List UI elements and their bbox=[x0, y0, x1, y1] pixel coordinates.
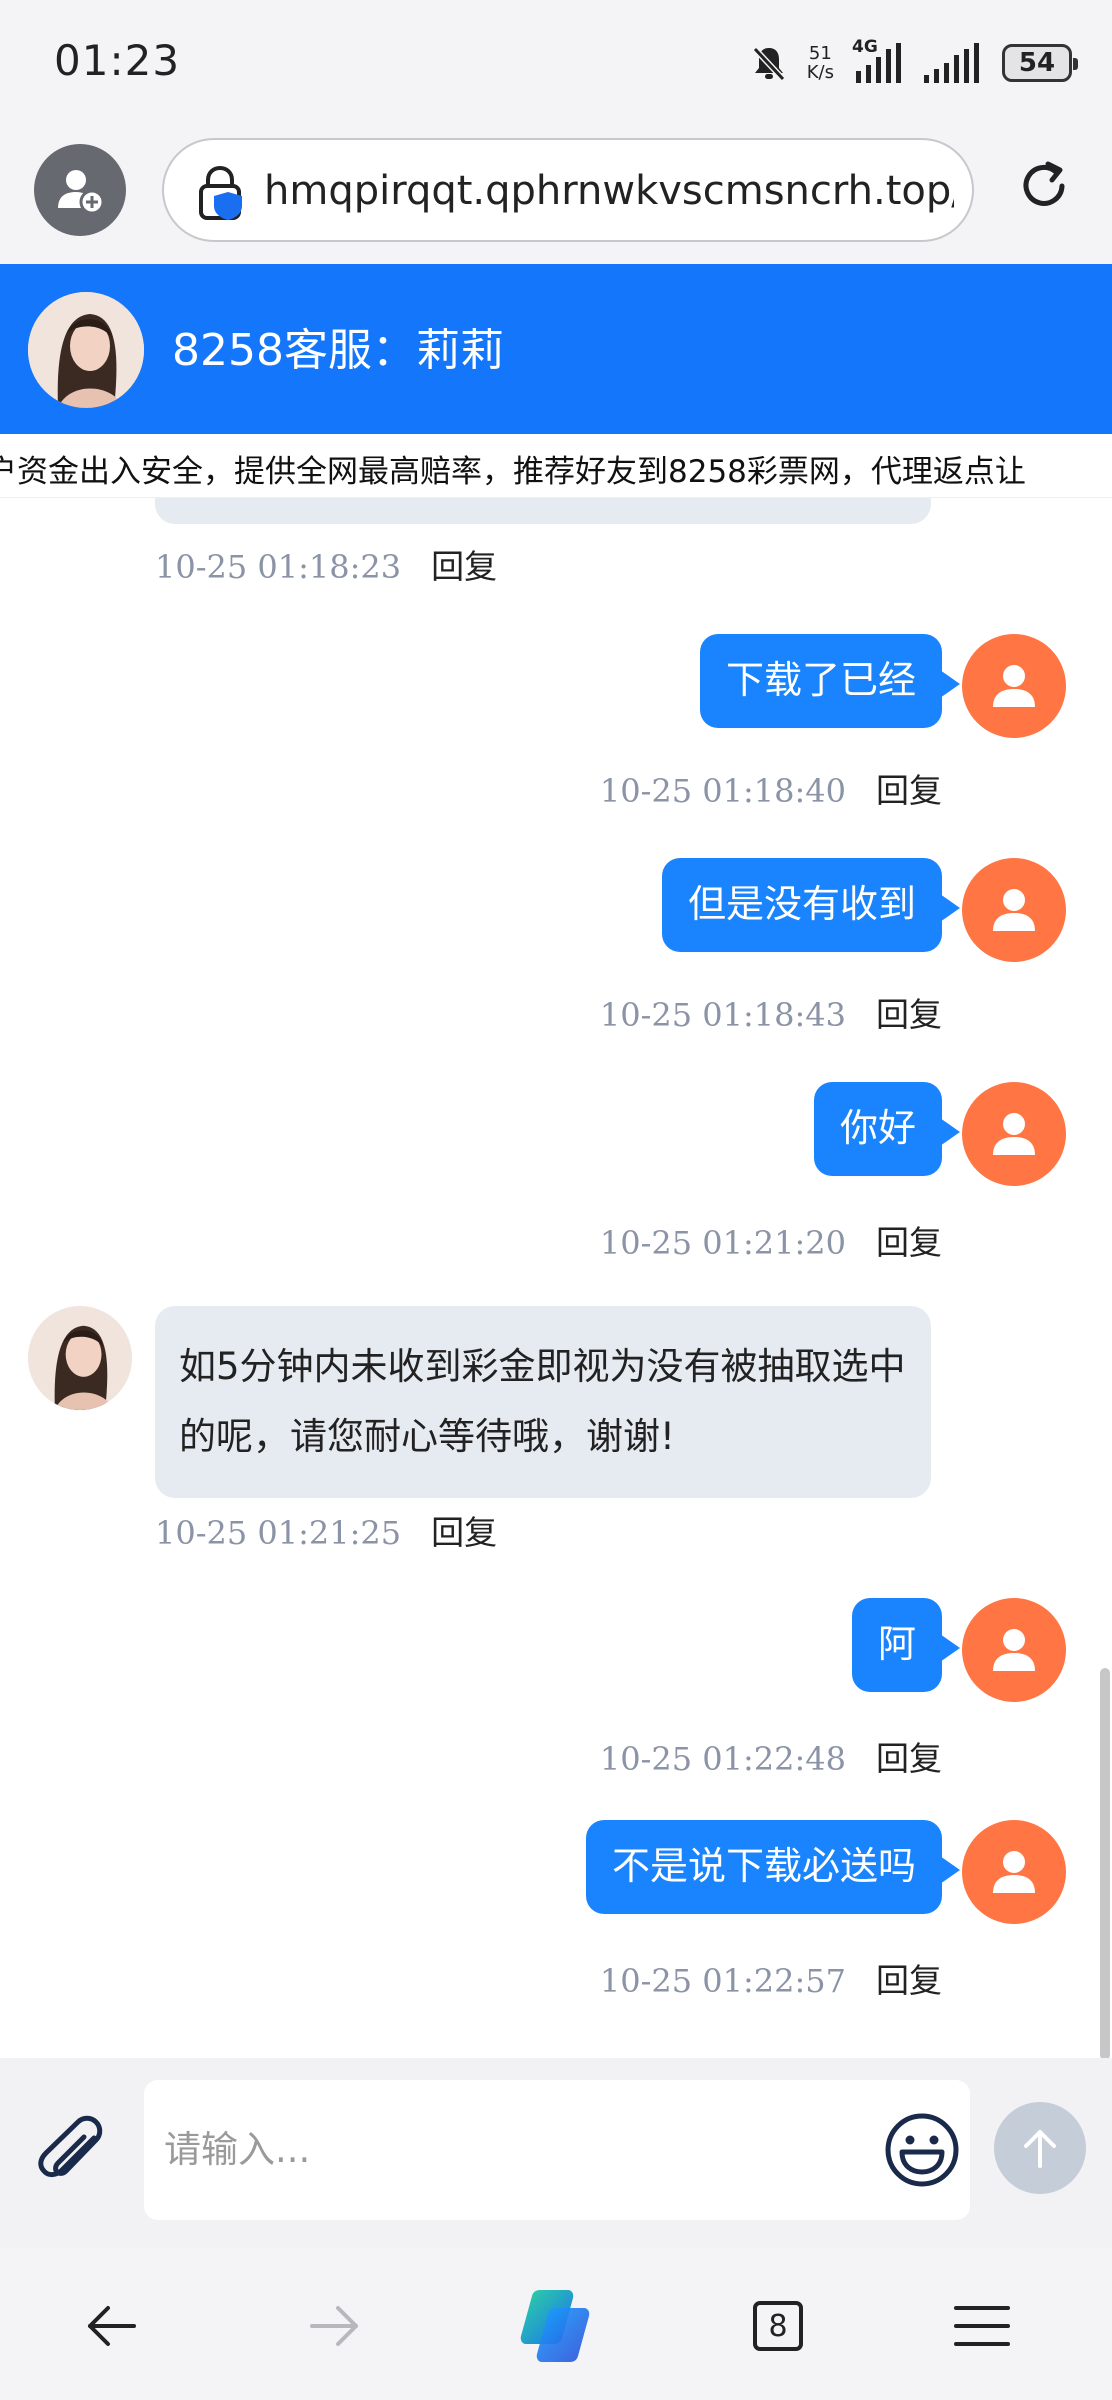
message-bubble-outgoing: 下载了已经 bbox=[699, 634, 961, 728]
user-icon bbox=[993, 1629, 1035, 1671]
add-profile-icon bbox=[58, 170, 105, 215]
message-time: 10-25 01:18:23 bbox=[155, 548, 402, 586]
status-bar: 01:23 51 K/s 4G 54 bbox=[0, 0, 1112, 130]
arrow-left-icon bbox=[88, 2306, 136, 2346]
reply-link[interactable]: 回复 bbox=[431, 547, 497, 586]
copilot-button[interactable] bbox=[510, 2280, 600, 2370]
user-icon bbox=[993, 1113, 1035, 1155]
reply-link[interactable]: 回复 bbox=[876, 771, 942, 810]
chat-title: 8258客服：莉莉 bbox=[172, 325, 504, 376]
browser-address-row: hmqpirqqt.qphrnwkvscmsncrh.top/ac bbox=[0, 130, 1112, 264]
browser-bottom-nav: 8 bbox=[0, 2248, 1112, 2400]
user-avatar bbox=[962, 1082, 1066, 1186]
secure-lock-icon bbox=[199, 166, 242, 220]
message-meta: 10-25 01:22:57 回复 bbox=[600, 1954, 942, 2002]
message-bubble-incoming bbox=[155, 498, 931, 524]
tab-count: 8 bbox=[753, 2301, 803, 2351]
reply-link[interactable]: 回复 bbox=[876, 995, 942, 1034]
network-speed-unit: K/s bbox=[806, 62, 834, 83]
announcement-marquee: 户资金出入安全，提供全网最高赔率，推荐好友到8258彩票网，代理返点让 bbox=[0, 434, 1112, 498]
reply-link[interactable]: 回复 bbox=[876, 1961, 942, 2000]
profile-button[interactable] bbox=[34, 144, 126, 236]
message-meta: 10-25 01:21:20 回复 bbox=[600, 1216, 942, 1264]
message-time: 10-25 01:22:48 bbox=[599, 1740, 846, 1778]
message-input-box[interactable] bbox=[144, 2080, 970, 2220]
battery-icon: 54 bbox=[1002, 44, 1078, 82]
message-time: 10-25 01:21:25 bbox=[155, 1514, 402, 1552]
arrow-up-icon bbox=[1024, 2130, 1056, 2168]
message-time: 10-25 01:21:20 bbox=[599, 1224, 846, 1262]
url-bar[interactable]: hmqpirqqt.qphrnwkvscmsncrh.top/ac bbox=[162, 138, 974, 242]
signal-strength-icon bbox=[924, 43, 979, 83]
user-icon bbox=[993, 1851, 1035, 1893]
message-bubble-outgoing: 你好 bbox=[813, 1082, 961, 1176]
status-icons: 51 K/s 4G 54 bbox=[749, 37, 1078, 88]
message-bubble-outgoing: 不是说下载必送吗 bbox=[585, 1820, 961, 1914]
scrollbar[interactable] bbox=[1100, 1668, 1110, 2058]
chat-header: 8258客服：莉莉 bbox=[0, 264, 1112, 434]
reply-link[interactable]: 回复 bbox=[876, 1223, 942, 1262]
message-time: 10-25 01:18:40 bbox=[599, 772, 846, 810]
message-bubble-outgoing: 阿 bbox=[851, 1598, 961, 1692]
hamburger-menu-icon bbox=[954, 2306, 1010, 2346]
user-avatar bbox=[962, 1820, 1066, 1924]
network-speed: 51 K/s bbox=[807, 44, 834, 82]
message-list[interactable]: 10-25 01:18:23 回复 下载了已经 10-25 01:18:40 回复 … bbox=[0, 498, 1112, 2058]
message-time: 10-25 01:22:57 bbox=[599, 1962, 846, 2000]
status-time: 01:23 bbox=[54, 36, 181, 85]
message-time: 10-25 01:18:43 bbox=[599, 996, 846, 1034]
copilot-logo-icon bbox=[520, 2290, 590, 2362]
menu-button[interactable] bbox=[942, 2286, 1022, 2366]
user-avatar bbox=[962, 634, 1066, 738]
forward-button[interactable] bbox=[294, 2286, 374, 2366]
message-meta: 10-25 01:18:43 回复 bbox=[600, 988, 942, 1036]
message-bubble-incoming: 如5分钟内未收到彩金即视为没有被抽取选中的呢，请您耐心等待哦，谢谢! bbox=[155, 1306, 931, 1498]
message-meta: 10-25 01:21:25 回复 bbox=[155, 1506, 497, 1554]
user-avatar bbox=[962, 858, 1066, 962]
back-button[interactable] bbox=[72, 2286, 152, 2366]
agent-avatar bbox=[28, 292, 144, 408]
network-speed-value: 51 bbox=[808, 43, 832, 64]
reply-link[interactable]: 回复 bbox=[431, 1513, 497, 1552]
tabs-button[interactable]: 8 bbox=[738, 2286, 818, 2366]
url-text: hmqpirqqt.qphrnwkvscmsncrh.top/ac bbox=[264, 168, 954, 214]
message-meta: 10-25 01:18:40 回复 bbox=[600, 764, 942, 812]
message-meta: 10-25 01:22:48 回复 bbox=[600, 1732, 942, 1780]
message-input-bar bbox=[0, 2058, 1112, 2248]
message-bubble-outgoing: 但是没有收到 bbox=[661, 858, 961, 952]
arrow-right-icon bbox=[310, 2306, 358, 2346]
send-button[interactable] bbox=[994, 2102, 1086, 2194]
message-meta: 10-25 01:18:23 回复 bbox=[155, 540, 497, 588]
smiley-icon[interactable] bbox=[882, 2110, 962, 2190]
user-icon bbox=[993, 665, 1035, 707]
agent-avatar bbox=[28, 1306, 132, 1410]
user-avatar bbox=[962, 1598, 1066, 1702]
message-input[interactable] bbox=[164, 2114, 864, 2184]
paperclip-icon[interactable] bbox=[30, 2106, 112, 2188]
bell-off-icon bbox=[752, 46, 785, 82]
announcement-text: 户资金出入安全，提供全网最高赔率，推荐好友到8258彩票网，代理返点让 bbox=[0, 454, 1026, 490]
user-icon bbox=[993, 889, 1035, 931]
reply-link[interactable]: 回复 bbox=[876, 1739, 942, 1778]
reload-icon[interactable] bbox=[1014, 156, 1074, 216]
battery-level: 54 bbox=[1018, 48, 1056, 78]
signal-4g-icon: 4G bbox=[852, 37, 904, 85]
